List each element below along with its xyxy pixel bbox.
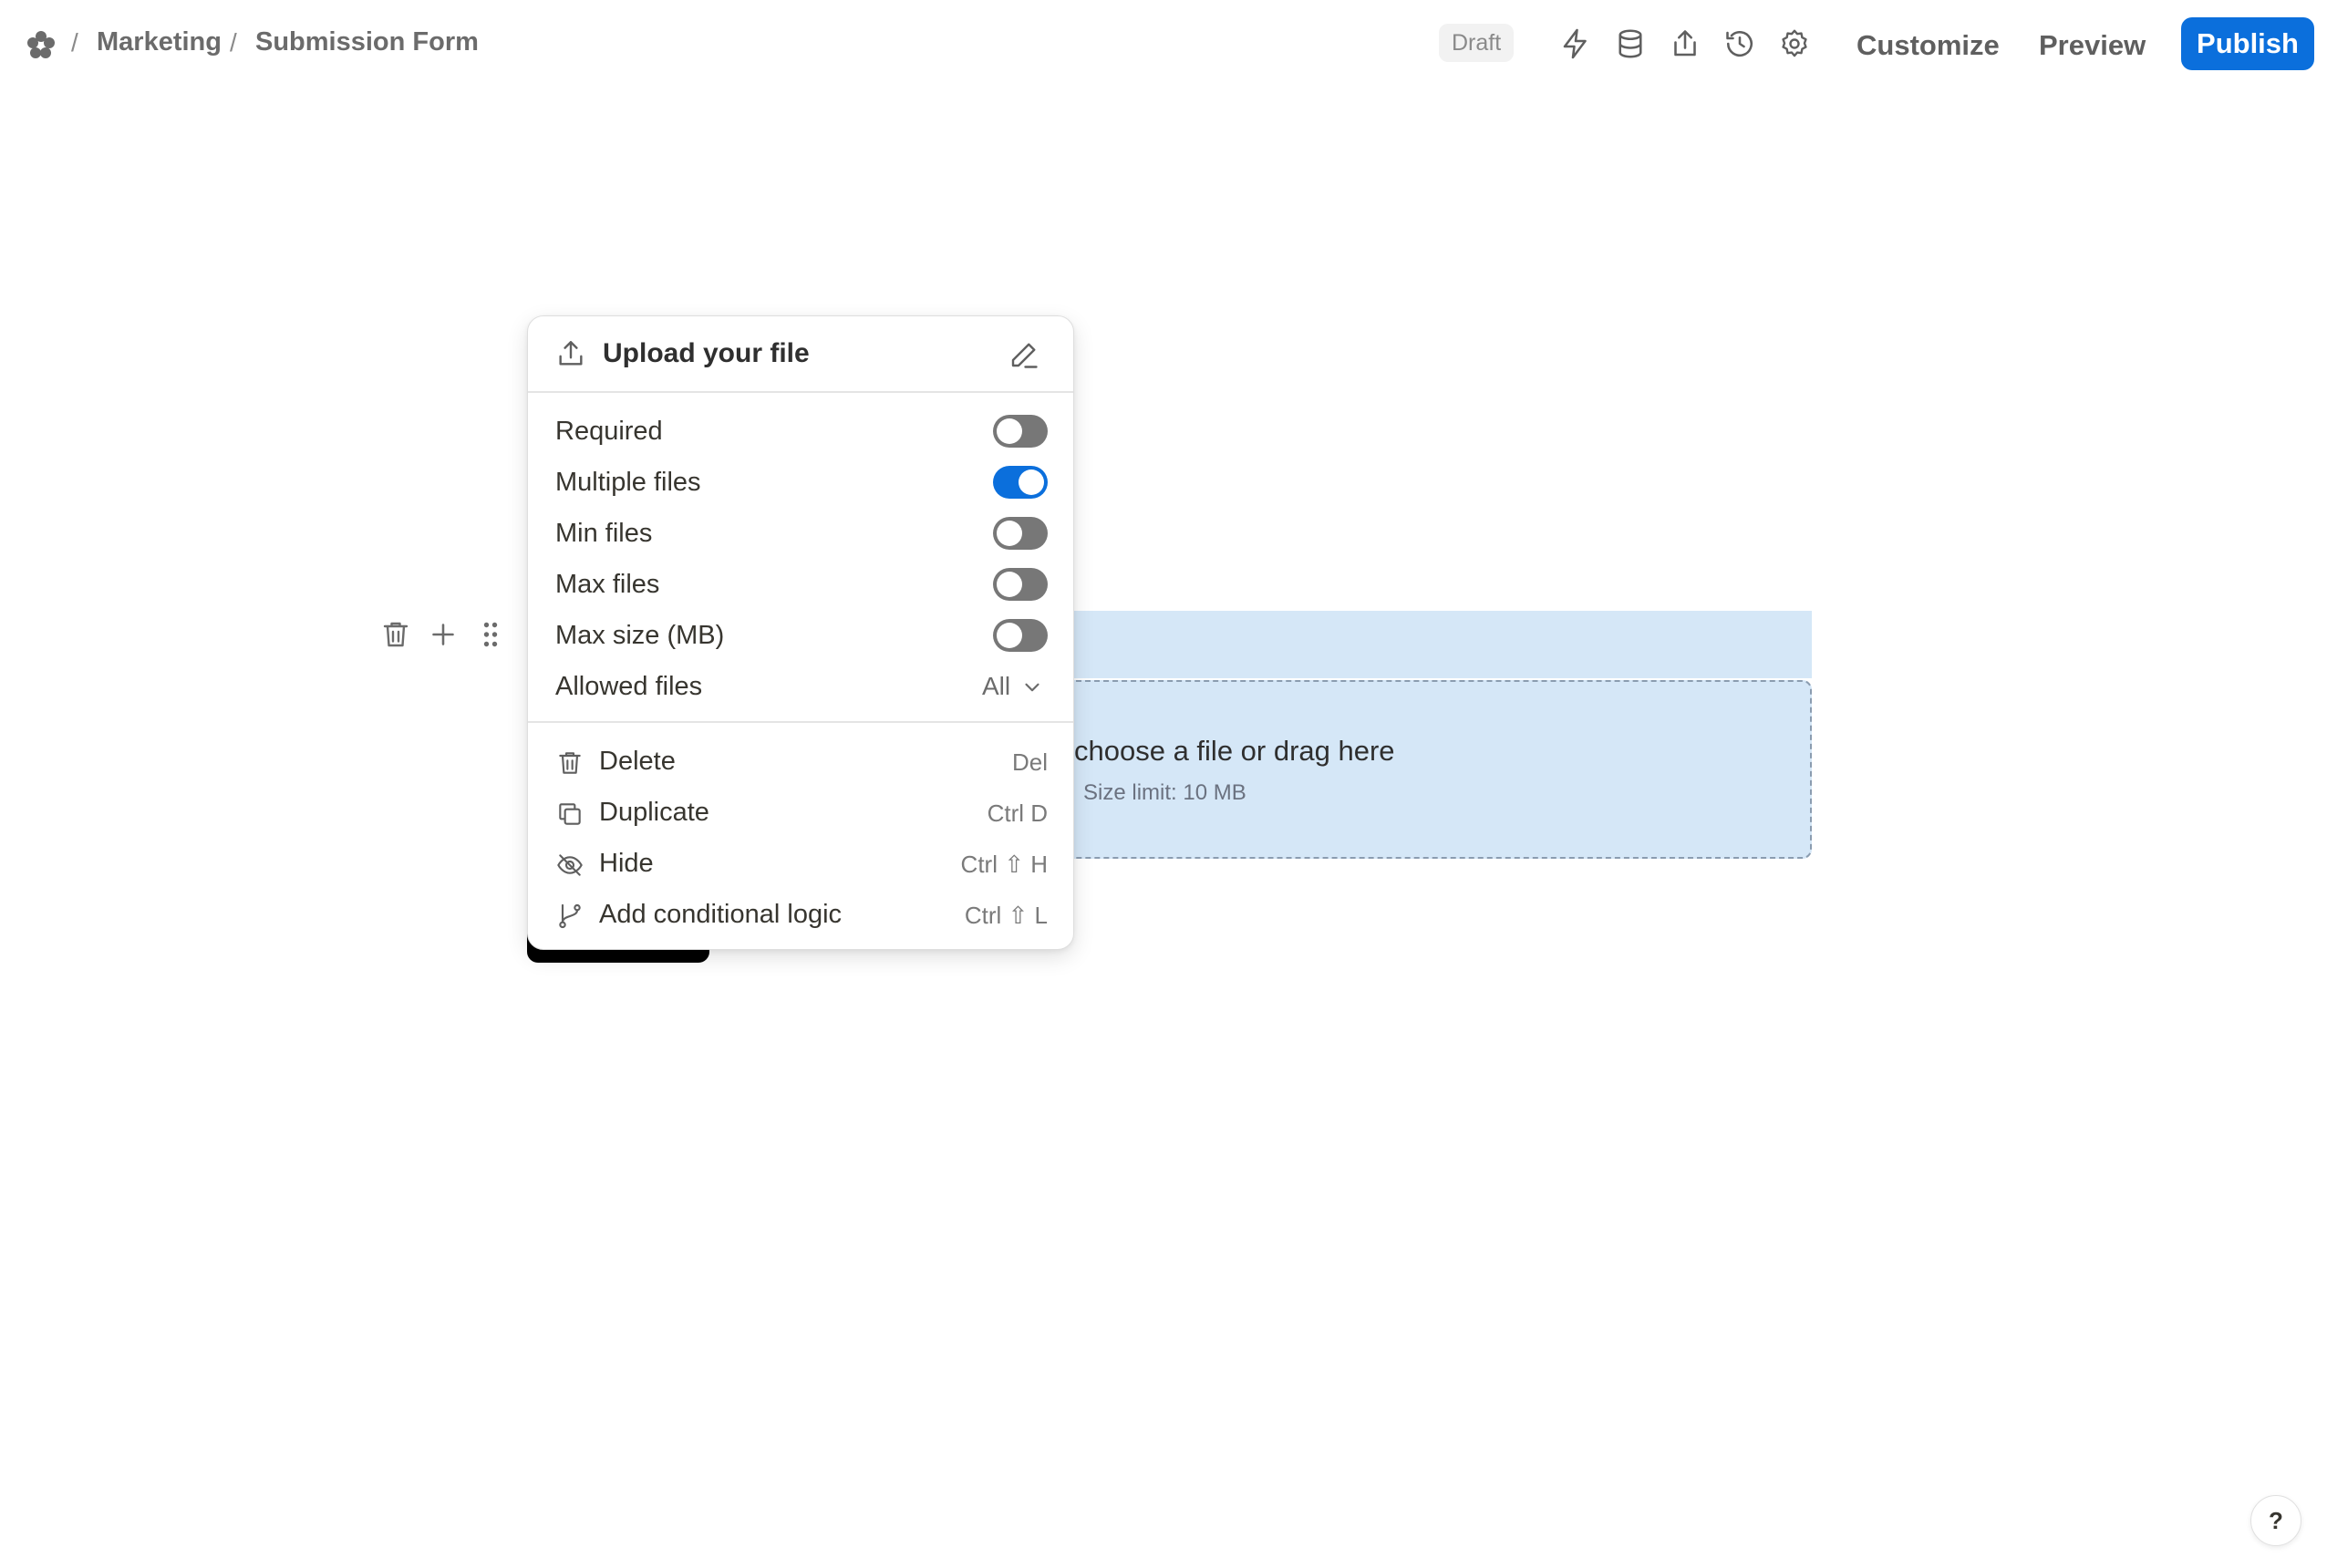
drag-handle-icon[interactable] bbox=[474, 618, 507, 651]
action-duplicate[interactable]: Duplicate Ctrl D bbox=[528, 789, 1073, 840]
add-block-plus-icon[interactable] bbox=[427, 618, 460, 651]
dropzone-main-text: choose a file or drag here bbox=[1074, 735, 1395, 767]
action-label: Add conditional logic bbox=[599, 900, 843, 929]
option-allowed-files[interactable]: Allowed files All bbox=[528, 663, 1073, 714]
option-label: Allowed files bbox=[555, 672, 703, 701]
upload-icon bbox=[555, 338, 586, 369]
multiple-files-toggle[interactable] bbox=[993, 466, 1048, 499]
option-label: Max files bbox=[555, 570, 660, 599]
action-label: Delete bbox=[599, 747, 676, 776]
help-button[interactable]: ? bbox=[2250, 1495, 2301, 1546]
option-multiple-files[interactable]: Multiple files bbox=[528, 459, 1073, 510]
menu-title: Upload your file bbox=[603, 338, 810, 368]
preview-button[interactable]: Preview bbox=[2039, 29, 2146, 62]
history-icon[interactable] bbox=[1723, 27, 1756, 60]
gear-icon[interactable] bbox=[1778, 27, 1811, 60]
action-hide[interactable]: Hide Ctrl ⇧ H bbox=[528, 840, 1073, 891]
max-size-toggle[interactable] bbox=[993, 619, 1048, 652]
min-files-toggle[interactable] bbox=[993, 517, 1048, 550]
option-label: Min files bbox=[555, 519, 653, 548]
breadcrumb-page[interactable]: Submission Form bbox=[255, 27, 479, 57]
branch-icon bbox=[555, 902, 584, 931]
option-label: Required bbox=[555, 417, 663, 446]
option-max-files[interactable]: Max files bbox=[528, 561, 1073, 612]
option-label: Multiple files bbox=[555, 468, 701, 497]
action-shortcut: Ctrl D bbox=[987, 799, 1048, 827]
option-label: Max size (MB) bbox=[555, 621, 725, 650]
option-max-size[interactable]: Max size (MB) bbox=[528, 612, 1073, 663]
option-min-files[interactable]: Min files bbox=[528, 510, 1073, 561]
action-shortcut: Del bbox=[1011, 748, 1048, 776]
duplicate-icon bbox=[555, 799, 584, 829]
allowed-files-value[interactable]: All bbox=[982, 672, 1010, 701]
customize-button[interactable]: Customize bbox=[1856, 29, 2000, 62]
publish-button[interactable]: Publish bbox=[2181, 17, 2314, 70]
lightning-icon[interactable] bbox=[1559, 27, 1592, 60]
menu-header: Upload your file bbox=[528, 316, 1073, 391]
menu-divider bbox=[528, 391, 1073, 393]
delete-block-trash-icon[interactable] bbox=[379, 618, 412, 651]
edit-pencil-icon[interactable] bbox=[1008, 338, 1040, 371]
field-settings-menu: Upload your file Required Multiple files… bbox=[527, 315, 1074, 950]
form-builder-page: / Marketing / Submission Form Draft Cust… bbox=[0, 0, 2327, 1568]
upload-field-header[interactable] bbox=[1067, 611, 1812, 678]
breadcrumb-separator: / bbox=[71, 28, 78, 57]
action-conditional-logic[interactable]: Add conditional logic Ctrl ⇧ L bbox=[528, 891, 1073, 942]
menu-divider bbox=[528, 721, 1073, 723]
breadcrumb-separator: / bbox=[230, 28, 237, 57]
option-required[interactable]: Required bbox=[528, 407, 1073, 459]
action-shortcut: Ctrl ⇧ H bbox=[960, 851, 1048, 878]
required-toggle[interactable] bbox=[993, 415, 1048, 448]
chevron-down-icon[interactable] bbox=[1020, 676, 1044, 699]
file-dropzone[interactable] bbox=[1039, 680, 1812, 859]
share-icon[interactable] bbox=[1669, 27, 1701, 60]
database-icon[interactable] bbox=[1614, 27, 1647, 60]
trash-icon bbox=[555, 748, 584, 778]
breadcrumb-workspace[interactable]: Marketing bbox=[97, 27, 222, 57]
status-badge: Draft bbox=[1439, 24, 1515, 62]
action-shortcut: Ctrl ⇧ L bbox=[964, 902, 1048, 929]
action-delete[interactable]: Delete Del bbox=[528, 738, 1073, 789]
dropzone-size-limit: Size limit: 10 MB bbox=[1083, 780, 1246, 805]
eye-off-icon bbox=[555, 851, 584, 880]
action-label: Hide bbox=[599, 849, 654, 878]
max-files-toggle[interactable] bbox=[993, 568, 1048, 601]
action-label: Duplicate bbox=[599, 798, 709, 827]
top-bar: / Marketing / Submission Form Draft Cust… bbox=[0, 0, 2327, 91]
workspace-logo-icon[interactable] bbox=[26, 29, 57, 60]
